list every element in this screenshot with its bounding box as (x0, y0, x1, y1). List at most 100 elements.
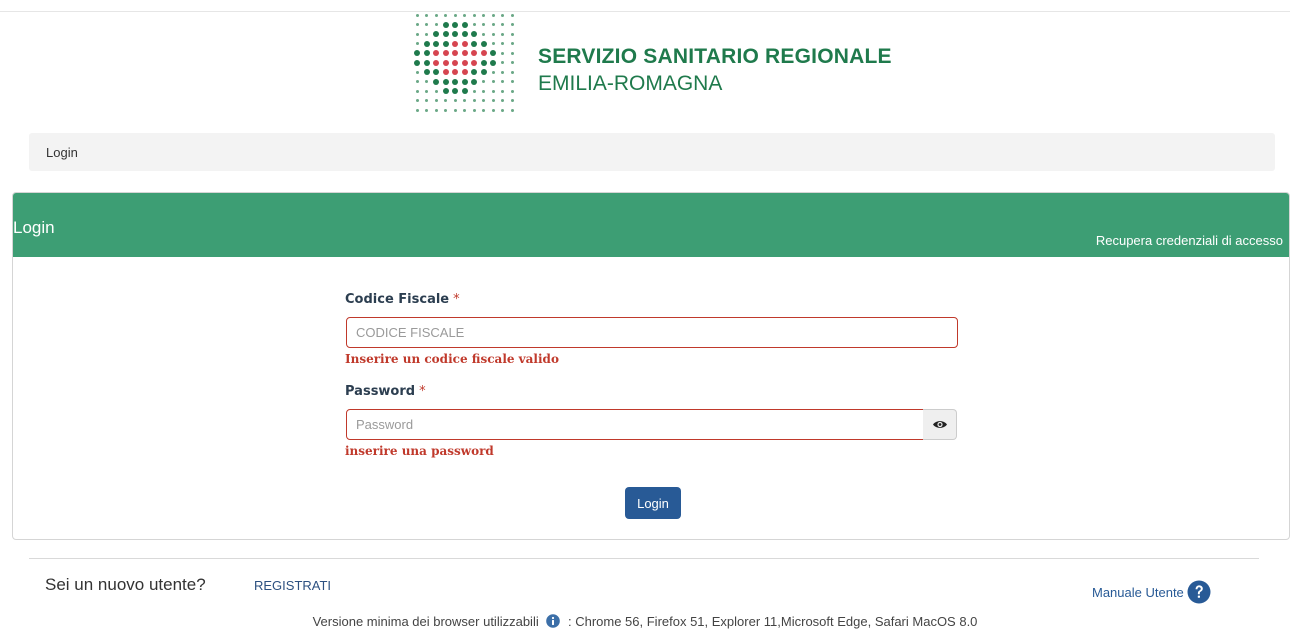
logo-dot (442, 59, 449, 66)
logo-dot (452, 78, 458, 85)
register-link[interactable]: REGISTRATI (254, 578, 331, 593)
logo-dot (510, 61, 514, 64)
logo-dot (444, 99, 447, 102)
logo-dot (433, 59, 439, 66)
logo-dot (501, 99, 504, 102)
codice-fiscale-input[interactable] (346, 317, 958, 348)
required-marker: * (419, 384, 426, 399)
codice-fiscale-label: Codice Fiscale * (345, 292, 460, 307)
logo-dot (491, 13, 495, 17)
logo-dot (501, 80, 504, 83)
logo-dot (491, 42, 495, 45)
browser-requirements-list: : Chrome 56, Firefox 51, Explorer 11,Mic… (567, 614, 978, 629)
logo-dot (510, 99, 514, 102)
logo-dot (501, 108, 504, 112)
logo-dot (482, 108, 485, 112)
logo-dot (452, 21, 458, 28)
password-error: inserire una password (345, 444, 494, 458)
logo-dot (415, 13, 419, 17)
logo-dot (501, 32, 504, 36)
logo-dot (461, 69, 468, 75)
login-submit-button[interactable]: Login (625, 487, 681, 519)
logo-dot (433, 31, 439, 37)
logo-dot (453, 108, 457, 112)
logo-dot (491, 80, 495, 83)
regional-health-logo: SERVIZIO SANITARIO REGIONALE EMILIA-ROMA… (414, 12, 894, 116)
logo-dot (463, 108, 466, 112)
logo-dot (461, 88, 468, 94)
logo-dot (434, 89, 438, 93)
logo-dot (442, 40, 449, 47)
logo-dot (414, 59, 420, 66)
logo-dot (472, 108, 476, 112)
logo-dot (471, 59, 477, 66)
logo-dot (425, 23, 428, 26)
logo-dot (442, 21, 449, 28)
logo-dot (423, 69, 430, 75)
codice-fiscale-label-text: Codice Fiscale (345, 292, 450, 307)
logo-dot (510, 23, 514, 26)
logo-dot (461, 59, 468, 66)
logo-dot (425, 108, 428, 112)
login-panel-header: Login Recupera credenziali di accesso (13, 193, 1289, 257)
logo-dot (510, 89, 514, 93)
logo-dot (452, 59, 458, 66)
logo-dot (442, 69, 449, 75)
logo-dot (501, 13, 504, 17)
logo-dot-grid (414, 12, 518, 116)
browser-requirements: Versione minima dei browser utilizzabili… (0, 614, 1290, 629)
logo-dot (425, 89, 428, 93)
required-marker: * (453, 292, 460, 307)
logo-dot (415, 108, 419, 112)
logo-dot (491, 108, 495, 112)
logo-dot (480, 69, 487, 75)
logo-dot (463, 13, 466, 17)
logo-dot (491, 32, 495, 36)
logo-dot (482, 89, 485, 93)
logo-dot (482, 32, 485, 36)
logo-dot (414, 50, 420, 56)
info-circle-icon[interactable] (546, 614, 561, 628)
logo-dot (442, 50, 449, 56)
logo-dot (442, 31, 449, 37)
logo-dot (472, 13, 476, 17)
logo-dot (463, 99, 466, 102)
eye-icon (933, 421, 947, 428)
logo-dot (480, 59, 487, 66)
logo-dot (415, 89, 419, 93)
logo-dot (452, 50, 458, 56)
logo-dot (501, 23, 504, 26)
logo-dot (491, 23, 495, 26)
logo-dot (423, 59, 430, 66)
logo-dot (423, 40, 430, 47)
password-input[interactable] (346, 409, 924, 440)
logo-dot (480, 40, 487, 47)
logo-dot (510, 13, 514, 17)
panel-title: Login (13, 218, 55, 237)
logo-dot (452, 88, 458, 94)
logo-dot (472, 89, 476, 93)
logo-dot (461, 21, 468, 28)
logo-dot (425, 99, 428, 102)
logo-dot (423, 50, 430, 56)
logo-dot (491, 89, 495, 93)
logo-dot (482, 23, 485, 26)
password-label: Password * (345, 384, 426, 399)
show-password-button[interactable] (923, 409, 957, 440)
user-manual-link[interactable]: Manuale Utente (1092, 578, 1211, 606)
question-circle-icon (1187, 580, 1211, 604)
logo-dot (425, 13, 428, 17)
recover-credentials-link[interactable]: Recupera credenziali di accesso (1096, 233, 1283, 248)
logo-dot (501, 70, 504, 74)
logo-subtitle: EMILIA-ROMAGNA (538, 72, 723, 95)
logo-dot (415, 99, 419, 102)
logo-dot (490, 59, 496, 66)
logo-dot (433, 69, 439, 75)
codice-fiscale-error: Inserire un codice fiscale valido (345, 352, 559, 366)
logo-dot (471, 50, 477, 56)
login-panel: Login Recupera credenziali di accesso Co… (12, 192, 1290, 540)
logo-dot (415, 70, 419, 74)
logo-dot (452, 40, 458, 47)
logo-dot (482, 99, 485, 102)
logo-dot (510, 32, 514, 36)
